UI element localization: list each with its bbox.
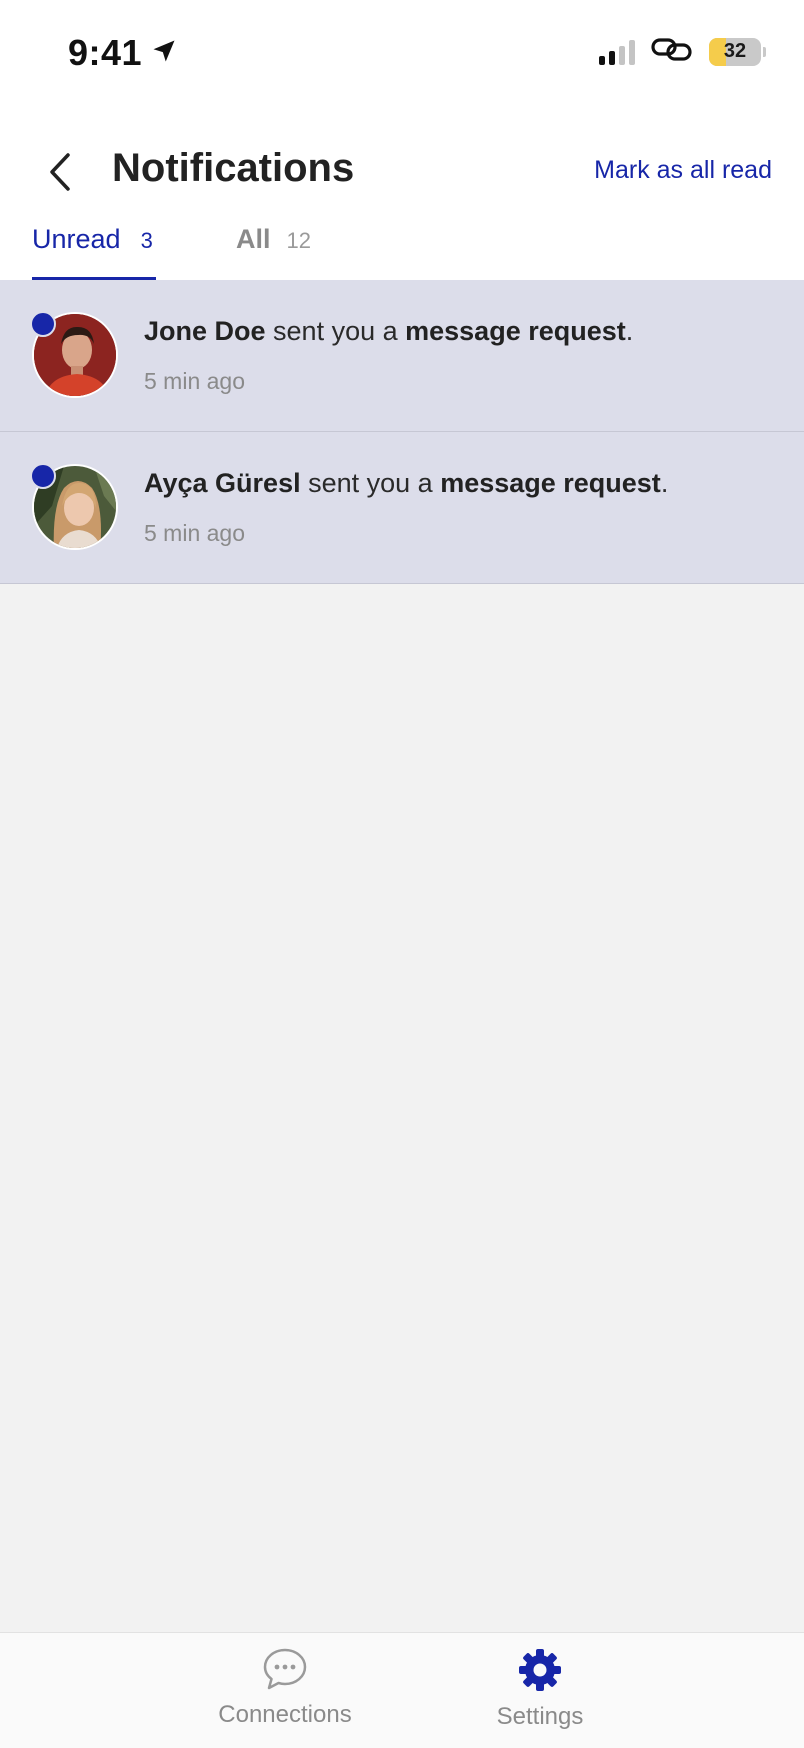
status-bar: 9:41 32 [0,0,804,112]
chevron-left-icon [50,153,70,191]
notification-item[interactable]: Ayça Güresl sent you a message request. … [0,432,804,584]
nav-connections[interactable]: Connections [210,1647,360,1729]
notification-text: Ayça Güresl sent you a message request. [144,468,668,499]
notification-object: message request [405,316,626,346]
back-button[interactable] [36,148,84,196]
battery-cap [763,46,766,57]
gear-icon [519,1649,561,1691]
chat-bubble-icon [263,1648,307,1690]
notification-message: sent you a [300,468,441,498]
nav-settings-label: Settings [496,1703,584,1730]
link-icon [651,36,693,67]
unread-dot [30,311,56,337]
notification-time: 5 min ago [144,368,246,394]
notification-object: message request [440,468,661,498]
tab-unread-label: Unread [32,224,121,254]
signal-icon [599,39,635,65]
tab-bar: Unread 3 All 12 [0,224,804,280]
battery-level: 32 [723,40,747,62]
notification-punct: . [660,468,669,498]
page-title: Notifications [112,146,355,190]
notification-time: 5 min ago [144,520,246,546]
notification-list: Jone Doe sent you a message request. 5 m… [0,280,804,584]
status-time-group: 9:41 [68,32,178,74]
status-time: 9:41 [68,32,143,73]
notifications-screen: 9:41 32 Notifications Mark as all read U… [0,0,804,1748]
mark-all-read-button[interactable]: Mark as all read [594,156,772,185]
nav-settings[interactable]: Settings [470,1647,610,1731]
notification-text: Jone Doe sent you a message request. [144,316,633,347]
battery-icon: 32 [709,37,761,66]
bottom-nav: Connections Settings [0,1632,804,1748]
notification-sender: Jone Doe [144,316,266,346]
nav-connections-label: Connections [218,1701,352,1728]
tab-unread-count: 3 [140,228,153,253]
tab-all-count: 12 [286,228,311,253]
notification-punct: . [625,316,634,346]
notification-sender: Ayça Güresl [144,468,301,498]
tab-unread[interactable]: Unread 3 [32,224,156,280]
tab-all-label: All [236,224,271,254]
notification-item[interactable]: Jone Doe sent you a message request. 5 m… [0,280,804,432]
header: Notifications Mark as all read Unread 3 … [0,112,804,280]
notification-message: sent you a [265,316,406,346]
location-arrow-icon [150,32,178,74]
tab-all[interactable]: All 12 [236,224,311,280]
status-icons: 32 [599,36,766,67]
unread-dot [30,463,56,489]
